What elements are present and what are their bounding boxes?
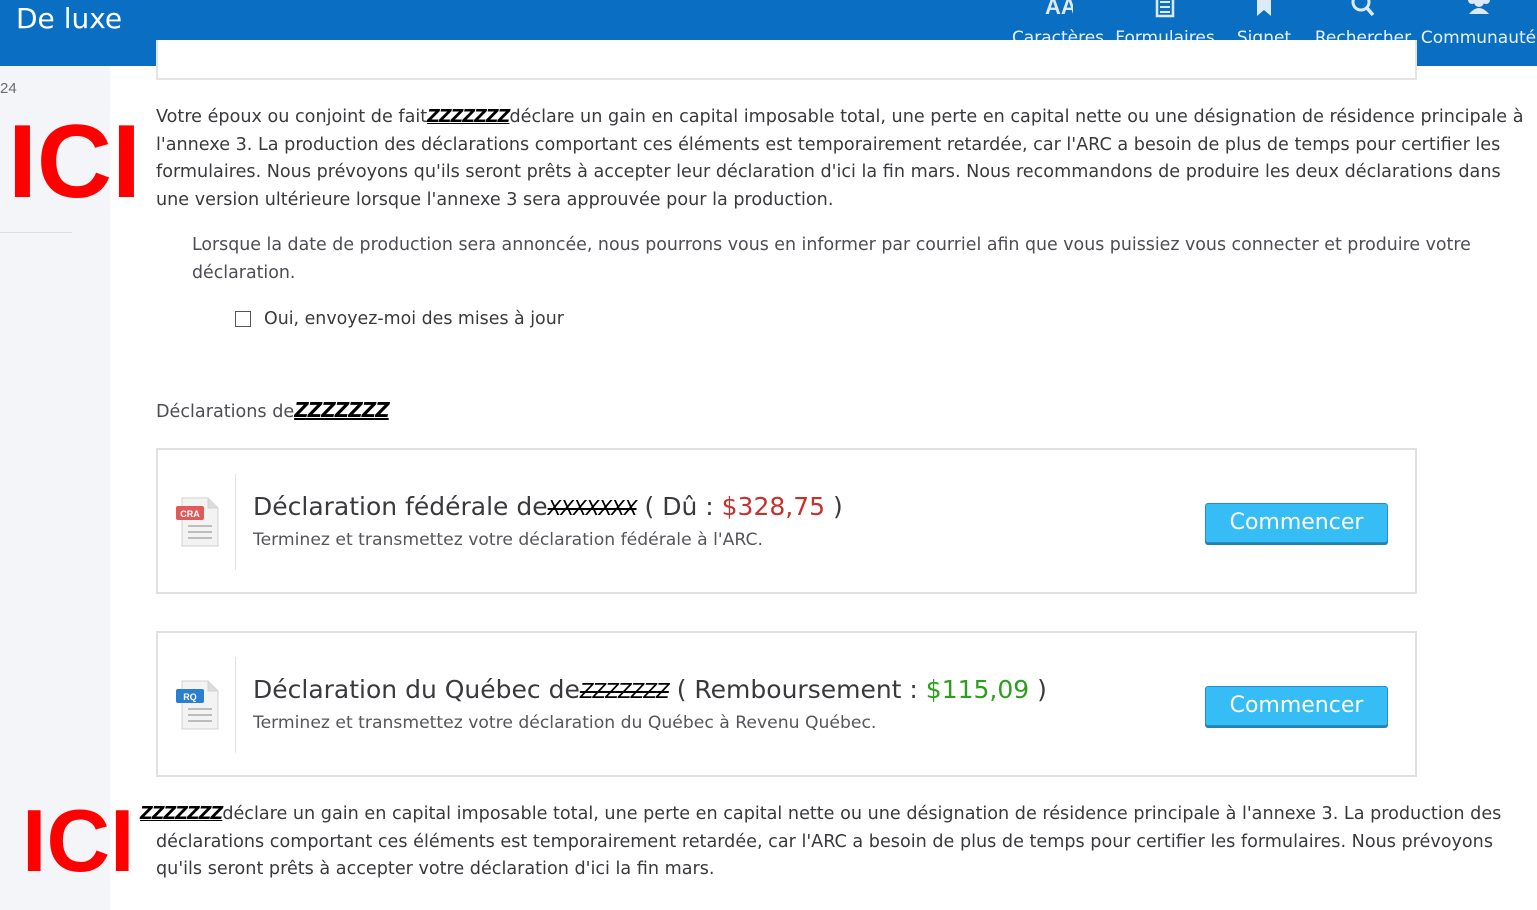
quebec-title-prefix: Déclaration du Québec de <box>253 675 580 704</box>
card-divider <box>235 657 236 753</box>
redacted-name: XXXXXXX <box>547 496 638 520</box>
redacted-name: ZZZZZZZ <box>140 804 223 824</box>
cra-badge: CRA <box>180 509 200 519</box>
federal-return-title: Déclaration fédérale deXXXXXXX ( Dû : $3… <box>253 492 843 521</box>
nav-communaute-label: Communauté <box>1420 28 1537 48</box>
rail-divider <box>0 232 72 233</box>
federal-return-card: CRA Déclaration fédérale deXXXXXXX ( Dû … <box>156 448 1417 594</box>
quebec-return-title: Déclaration du Québec deZZZZZZZ ( Rembou… <box>253 675 1047 704</box>
forms-icon <box>1155 0 1175 18</box>
quebec-amount-suffix: ) <box>1029 675 1047 704</box>
declarations-title: Déclarations deZZZZZZZ <box>156 398 390 422</box>
federal-title-prefix: Déclaration fédérale de <box>253 492 548 521</box>
rq-badge: RQ <box>183 692 197 702</box>
previous-card <box>156 40 1417 80</box>
federal-amount-label: ( Dû : <box>644 492 722 521</box>
redacted-name: ZZZZZZZ <box>579 679 670 703</box>
quebec-refund-amount: $115,09 <box>925 675 1030 704</box>
quebec-return-subtitle: Terminez et transmettez votre déclaratio… <box>253 713 877 733</box>
spouse-notice: Votre époux ou conjoint de faitZZZZZZZdé… <box>156 104 1536 214</box>
search-icon <box>1351 0 1375 17</box>
rq-document-icon: RQ <box>176 680 219 730</box>
updates-checkbox-row[interactable]: Oui, envoyez-moi des mises à jour <box>235 309 564 329</box>
federal-return-subtitle: Terminez et transmettez votre déclaratio… <box>253 530 763 550</box>
svg-text:AA: AA <box>1045 0 1073 18</box>
updates-checkbox-label[interactable]: Oui, envoyez-moi des mises à jour <box>264 309 564 329</box>
self-notice: ZZZZZZZdéclare un gain en capital imposa… <box>140 801 1536 884</box>
notify-text: Lorsque la date de production sera annon… <box>192 235 1471 283</box>
community-icon <box>1467 0 1490 14</box>
ici-annotation-bottom: ICI <box>22 791 135 890</box>
updates-checkbox[interactable] <box>235 311 251 327</box>
self-notice-text: déclare un gain en capital imposable tot… <box>156 804 1502 879</box>
ici-annotation-top: ICI <box>8 104 141 220</box>
rail-number: 24 <box>0 80 17 97</box>
spouse-notice-prefix: Votre époux ou conjoint de fait <box>156 107 428 127</box>
start-federal-button[interactable]: Commencer <box>1205 503 1388 543</box>
quebec-return-card: RQ Déclaration du Québec deZZZZZZZ ( Rem… <box>156 631 1417 777</box>
bookmark-icon <box>1257 0 1271 16</box>
redacted-name: ZZZZZZZ <box>427 107 510 127</box>
cra-document-icon: CRA <box>176 497 219 547</box>
federal-amount-due: $328,75 <box>721 492 826 521</box>
nav-communaute[interactable]: Communauté <box>1420 0 1537 66</box>
start-quebec-button[interactable]: Commencer <box>1205 686 1388 726</box>
font-size-icon: AA <box>1045 0 1073 18</box>
card-divider <box>235 474 236 570</box>
product-name: De luxe <box>16 2 123 35</box>
federal-amount-suffix: ) <box>825 492 843 521</box>
redacted-name: ZZZZZZZ <box>294 398 390 422</box>
quebec-amount-label: ( Remboursement : <box>676 675 926 704</box>
declarations-title-prefix: Déclarations de <box>156 402 295 422</box>
